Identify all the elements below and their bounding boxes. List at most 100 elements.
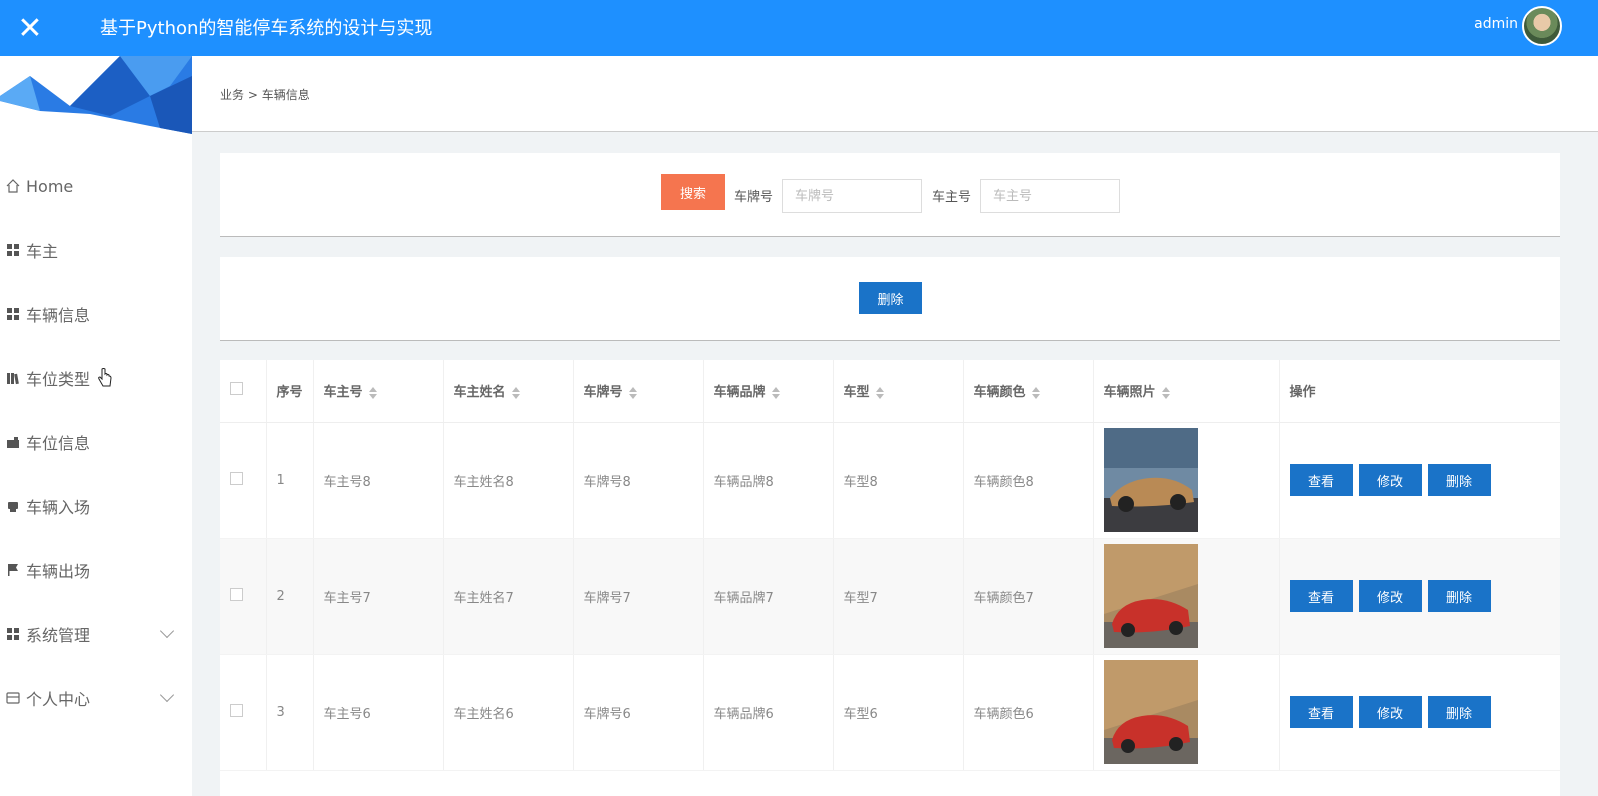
car-photo[interactable] <box>1103 660 1198 764</box>
home-icon <box>6 179 20 193</box>
card-icon <box>6 691 20 705</box>
breadcrumb-bar: 业务 > 车辆信息 <box>192 56 1598 132</box>
col-header-index: 序号 <box>266 360 314 423</box>
sidebar: Home 车主 车辆信息 车位类型 车位信息 车辆入场 车辆出场 系统管理 个人… <box>0 56 192 796</box>
sidebar-item-vehicle-info[interactable]: 车辆信息 <box>0 282 192 346</box>
chevron-down-icon[interactable] <box>159 687 175 703</box>
col-header-brand[interactable]: 车辆品牌 <box>703 360 834 423</box>
col-header-plate[interactable]: 车牌号 <box>573 360 704 423</box>
app-title: 基于Python的智能停车系统的设计与实现 <box>100 18 433 39</box>
car-photo[interactable] <box>1103 544 1198 648</box>
cell-photo <box>1093 538 1280 655</box>
row-checkbox[interactable] <box>220 538 267 655</box>
hand-cursor-icon <box>98 368 112 387</box>
close-icon[interactable]: ✕ <box>0 0 60 56</box>
edit-button[interactable]: 修改 <box>1358 464 1422 496</box>
data-table-panel: 序号 车主号 车主姓名 车牌号 车辆品牌 车型 车辆颜色 车辆照片 操作 1 车… <box>220 360 1560 796</box>
cell-index: 1 <box>266 422 314 539</box>
username-label[interactable]: admin <box>1474 16 1518 32</box>
cell-brand: 车辆品牌6 <box>703 654 834 771</box>
sidebar-item-label: 车位信息 <box>26 434 91 453</box>
sidebar-item-label: 车位类型 <box>26 370 91 389</box>
search-button[interactable]: 搜索 <box>661 174 725 210</box>
batch-delete-button[interactable]: 删除 <box>859 282 922 314</box>
row-checkbox[interactable] <box>220 422 267 539</box>
car-photo[interactable] <box>1103 428 1198 532</box>
sidebar-item-vehicle-out[interactable]: 车辆出场 <box>0 538 192 602</box>
plate-label: 车牌号 <box>734 190 774 205</box>
sidebar-item-space-info[interactable]: 车位信息 <box>0 410 192 474</box>
sidebar-item-space-type[interactable]: 车位类型 <box>0 346 192 410</box>
flag-icon <box>6 563 20 577</box>
sort-icon[interactable] <box>511 386 520 399</box>
col-header-owner-name[interactable]: 车主姓名 <box>443 360 574 423</box>
delete-button[interactable]: 删除 <box>1427 464 1491 496</box>
delete-button[interactable]: 删除 <box>1427 580 1491 612</box>
cell-color: 车辆颜色6 <box>963 654 1094 771</box>
breadcrumb: 业务 > 车辆信息 <box>220 86 310 103</box>
row-checkbox[interactable] <box>220 654 267 771</box>
sort-icon[interactable] <box>368 386 377 399</box>
cell-brand: 车辆品牌8 <box>703 422 834 539</box>
sort-icon[interactable] <box>1161 386 1170 399</box>
chevron-down-icon[interactable] <box>159 623 175 639</box>
sidebar-item-label: 车辆出场 <box>26 562 91 581</box>
sidebar-item-system[interactable]: 系统管理 <box>0 602 192 666</box>
cell-plate: 车牌号8 <box>573 422 704 539</box>
briefcase-icon <box>6 435 20 449</box>
printer-icon <box>6 499 20 513</box>
delete-button[interactable]: 删除 <box>1427 696 1491 728</box>
table-row: 2 车主号7 车主姓名7 车牌号7 车辆品牌7 车型7 车辆颜色7 查看 修改 … <box>220 538 1560 655</box>
grid-icon <box>6 243 20 257</box>
view-button[interactable]: 查看 <box>1289 580 1353 612</box>
cell-actions: 查看 修改 删除 <box>1279 538 1560 655</box>
cell-model: 车型7 <box>833 538 964 655</box>
top-bar: ✕ 基于Python的智能停车系统的设计与实现 admin <box>0 0 1598 56</box>
table-header-row: 序号 车主号 车主姓名 车牌号 车辆品牌 车型 车辆颜色 车辆照片 操作 <box>220 360 1560 423</box>
cell-actions: 查看 修改 删除 <box>1279 654 1560 771</box>
sort-icon[interactable] <box>1031 386 1040 399</box>
sidebar-item-label: 个人中心 <box>26 690 91 709</box>
sidebar-item-vehicle-in[interactable]: 车辆入场 <box>0 474 192 538</box>
owner-no-input[interactable] <box>980 179 1120 213</box>
edit-button[interactable]: 修改 <box>1358 580 1422 612</box>
sidebar-item-home[interactable]: Home <box>0 154 192 218</box>
sidebar-item-owner[interactable]: 车主 <box>0 218 192 282</box>
sidebar-item-label: 系统管理 <box>26 626 91 645</box>
edit-button[interactable]: 修改 <box>1358 696 1422 728</box>
cell-plate: 车牌号7 <box>573 538 704 655</box>
cell-plate: 车牌号6 <box>573 654 704 771</box>
select-all-checkbox[interactable] <box>220 360 267 423</box>
sort-icon[interactable] <box>771 386 780 399</box>
sidebar-item-profile[interactable]: 个人中心 <box>0 666 192 730</box>
sort-icon[interactable] <box>875 386 884 399</box>
owner-no-label: 车主号 <box>932 190 972 205</box>
sidebar-item-label: 车辆入场 <box>26 498 91 517</box>
cell-actions: 查看 修改 删除 <box>1279 422 1560 539</box>
sidebar-item-label: 车辆信息 <box>26 306 91 325</box>
view-button[interactable]: 查看 <box>1289 696 1353 728</box>
avatar[interactable] <box>1522 6 1562 46</box>
cell-index: 3 <box>266 654 314 771</box>
view-button[interactable]: 查看 <box>1289 464 1353 496</box>
table-row: 1 车主号8 车主姓名8 车牌号8 车辆品牌8 车型8 车辆颜色8 查看 修改 … <box>220 422 1560 539</box>
breadcrumb-parent[interactable]: 业务 <box>220 88 244 102</box>
plate-input[interactable] <box>782 179 922 213</box>
cell-owner-no: 车主号7 <box>313 538 444 655</box>
cell-index: 2 <box>266 538 314 655</box>
cell-owner-no: 车主号8 <box>313 422 444 539</box>
cell-photo <box>1093 654 1280 771</box>
cell-owner-name: 车主姓名6 <box>443 654 574 771</box>
sidebar-item-label: 车主 <box>26 242 59 261</box>
sort-icon[interactable] <box>628 386 637 399</box>
col-header-owner-no[interactable]: 车主号 <box>313 360 444 423</box>
cell-photo <box>1093 422 1280 539</box>
cell-model: 车型6 <box>833 654 964 771</box>
cell-model: 车型8 <box>833 422 964 539</box>
cell-owner-name: 车主姓名7 <box>443 538 574 655</box>
col-header-photo[interactable]: 车辆照片 <box>1093 360 1280 423</box>
col-header-model[interactable]: 车型 <box>833 360 964 423</box>
search-panel: 搜索 车牌号 车主号 <box>220 153 1560 237</box>
bookshelf-icon <box>6 371 20 385</box>
col-header-color[interactable]: 车辆颜色 <box>963 360 1094 423</box>
